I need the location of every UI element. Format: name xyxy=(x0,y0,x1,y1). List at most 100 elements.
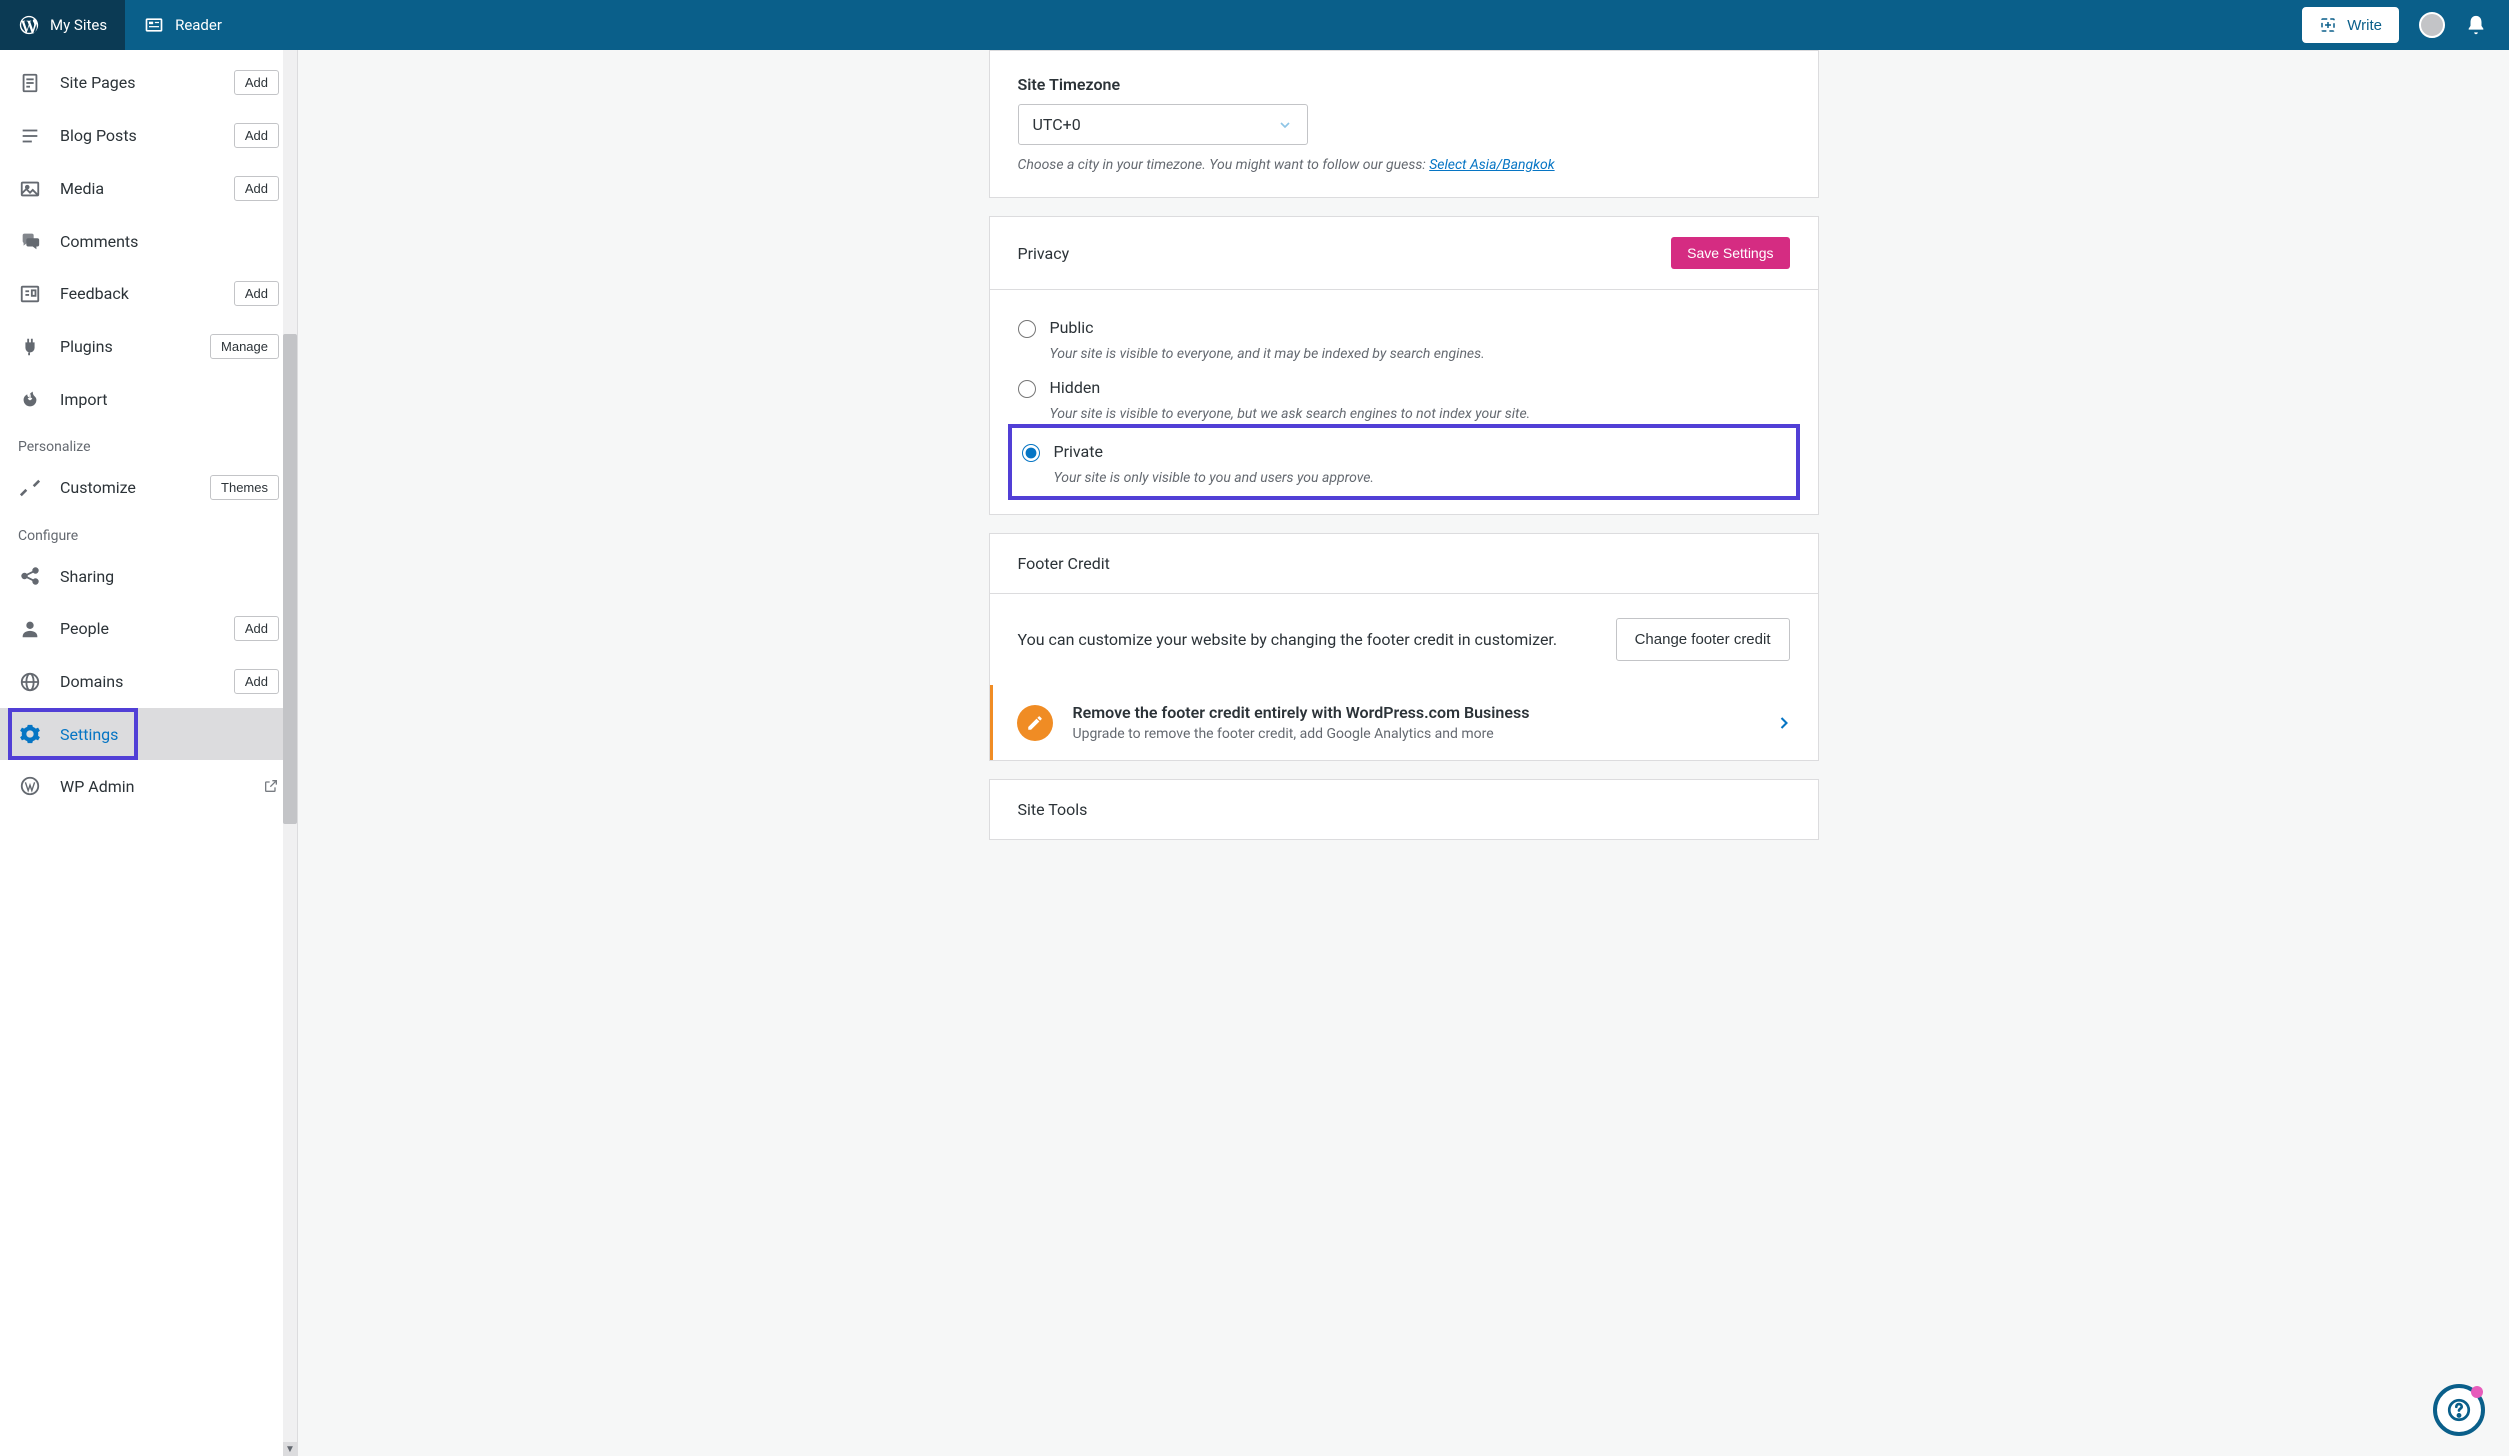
sidebar-item-media[interactable]: Media Add xyxy=(0,162,297,215)
settings-icon xyxy=(18,722,42,746)
sidebar-item-blog-posts[interactable]: Blog Posts Add xyxy=(0,109,297,162)
radio-label: Private xyxy=(1054,442,1103,461)
sidebar-item-plugins[interactable]: Plugins Manage xyxy=(0,320,297,373)
privacy-option-private[interactable]: Private xyxy=(1022,438,1786,466)
radio-private[interactable] xyxy=(1022,444,1040,462)
sidebar-manage-button[interactable]: Manage xyxy=(210,334,279,359)
privacy-card: Privacy Save Settings Public Your site i… xyxy=(989,216,1819,515)
save-settings-button[interactable]: Save Settings xyxy=(1671,237,1789,269)
sidebar-themes-button[interactable]: Themes xyxy=(210,475,279,500)
layout: ▲ Site Pages Add Blog Posts Add Media Ad… xyxy=(0,50,2509,1456)
masterbar-my-sites-label: My Sites xyxy=(50,16,107,34)
privacy-title: Privacy xyxy=(1018,244,1070,263)
write-label: Write xyxy=(2347,17,2382,34)
sidebar-add-button[interactable]: Add xyxy=(234,281,279,306)
sidebar-item-label: WP Admin xyxy=(60,777,245,796)
write-icon xyxy=(2319,16,2337,34)
footer-credit-body: You can customize your website by changi… xyxy=(990,594,1818,685)
avatar[interactable] xyxy=(2419,12,2445,38)
privacy-option-hidden[interactable]: Hidden xyxy=(1018,374,1790,402)
sidebar-item-feedback[interactable]: Feedback Add xyxy=(0,267,297,320)
sidebar-item-label: Customize xyxy=(60,478,192,497)
scroll-arrow-down[interactable]: ▼ xyxy=(283,1442,297,1456)
site-tools-card: Site Tools xyxy=(989,779,1819,840)
privacy-header: Privacy Save Settings xyxy=(990,217,1818,290)
notifications-icon[interactable] xyxy=(2465,14,2487,36)
sidebar-item-label: Feedback xyxy=(60,284,216,303)
page-icon xyxy=(18,71,42,95)
sidebar-add-button[interactable]: Add xyxy=(234,70,279,95)
footer-credit-card: Footer Credit You can customize your web… xyxy=(989,533,1819,761)
timezone-helper: Choose a city in your timezone. You migh… xyxy=(1018,157,1790,173)
sidebar-add-button[interactable]: Add xyxy=(234,176,279,201)
timezone-label: Site Timezone xyxy=(1018,75,1790,94)
help-fab[interactable] xyxy=(2433,1384,2485,1436)
sidebar-item-customize[interactable]: Customize Themes xyxy=(0,461,297,514)
sidebar-add-button[interactable]: Add xyxy=(234,616,279,641)
notification-dot xyxy=(2471,1386,2483,1398)
masterbar-reader[interactable]: Reader xyxy=(125,0,240,50)
sidebar-item-label: Comments xyxy=(60,232,279,251)
radio-public[interactable] xyxy=(1018,320,1036,338)
posts-icon xyxy=(18,124,42,148)
sidebar-add-button[interactable]: Add xyxy=(234,669,279,694)
sidebar-item-label: Plugins xyxy=(60,337,192,356)
sidebar-section-configure: Configure xyxy=(0,514,297,550)
wordpress-icon xyxy=(18,774,42,798)
timezone-value: UTC+0 xyxy=(1033,115,1081,134)
masterbar-my-sites[interactable]: My Sites xyxy=(0,0,125,50)
footer-credit-header: Footer Credit xyxy=(990,534,1818,594)
upsell-subtitle: Upgrade to remove the footer credit, add… xyxy=(1073,726,1754,742)
footer-credit-desc: You can customize your website by changi… xyxy=(1018,630,1558,649)
sidebar-item-site-pages[interactable]: Site Pages Add xyxy=(0,56,297,109)
reader-icon xyxy=(143,14,165,36)
radio-hidden[interactable] xyxy=(1018,380,1036,398)
write-button[interactable]: Write xyxy=(2302,7,2399,43)
upsell-content: Remove the footer credit entirely with W… xyxy=(1073,703,1754,742)
footer-credit-title: Footer Credit xyxy=(1018,554,1110,573)
radio-label: Public xyxy=(1050,318,1094,337)
masterbar: My Sites Reader Write xyxy=(0,0,2509,50)
sidebar-item-settings[interactable]: Settings xyxy=(0,708,297,760)
chevron-down-icon xyxy=(1277,117,1293,133)
timezone-card: Site Timezone UTC+0 Choose a city in you… xyxy=(989,50,1819,198)
privacy-desc-hidden: Your site is visible to everyone, but we… xyxy=(1050,406,1790,422)
sidebar-item-label: Media xyxy=(60,179,216,198)
sidebar-scrollbar-thumb[interactable] xyxy=(283,334,297,824)
sidebar-add-button[interactable]: Add xyxy=(234,123,279,148)
site-tools-header: Site Tools xyxy=(990,780,1818,839)
upsell-title: Remove the footer credit entirely with W… xyxy=(1073,703,1754,722)
external-link-icon xyxy=(263,778,279,794)
privacy-option-public[interactable]: Public xyxy=(1018,314,1790,342)
sidebar-section-personalize: Personalize xyxy=(0,425,297,461)
sidebar-item-comments[interactable]: Comments xyxy=(0,215,297,267)
people-icon xyxy=(18,617,42,641)
privacy-desc-private: Your site is only visible to you and use… xyxy=(1054,470,1786,486)
privacy-desc-public: Your site is visible to everyone, and it… xyxy=(1050,346,1790,362)
sidebar-item-domains[interactable]: Domains Add xyxy=(0,655,297,708)
main-content: Site Timezone UTC+0 Choose a city in you… xyxy=(298,50,2509,1456)
timezone-select[interactable]: UTC+0 xyxy=(1018,104,1308,145)
radio-label: Hidden xyxy=(1050,378,1101,397)
footer-credit-upsell[interactable]: Remove the footer credit entirely with W… xyxy=(990,685,1818,760)
sidebar-item-label: People xyxy=(60,619,216,638)
wordpress-logo-icon xyxy=(18,14,40,36)
comments-icon xyxy=(18,229,42,253)
timezone-guess-link[interactable]: Select Asia/Bangkok xyxy=(1429,157,1554,173)
chevron-right-icon xyxy=(1774,713,1794,733)
sidebar-item-sharing[interactable]: Sharing xyxy=(0,550,297,602)
site-tools-title: Site Tools xyxy=(1018,800,1088,819)
customize-icon xyxy=(18,476,42,500)
timezone-helper-text: Choose a city in your timezone. You migh… xyxy=(1018,157,1430,173)
sidebar-item-import[interactable]: Import xyxy=(0,373,297,425)
sidebar-item-label: Import xyxy=(60,390,279,409)
sidebar-item-people[interactable]: People Add xyxy=(0,602,297,655)
sidebar: ▲ Site Pages Add Blog Posts Add Media Ad… xyxy=(0,50,298,1456)
sidebar-item-label: Sharing xyxy=(60,567,279,586)
sidebar-item-label: Site Pages xyxy=(60,73,216,92)
sidebar-item-wp-admin[interactable]: WP Admin xyxy=(0,760,297,812)
sidebar-item-label: Domains xyxy=(60,672,216,691)
change-footer-credit-button[interactable]: Change footer credit xyxy=(1616,618,1790,661)
help-icon xyxy=(2446,1397,2472,1423)
sharing-icon xyxy=(18,564,42,588)
